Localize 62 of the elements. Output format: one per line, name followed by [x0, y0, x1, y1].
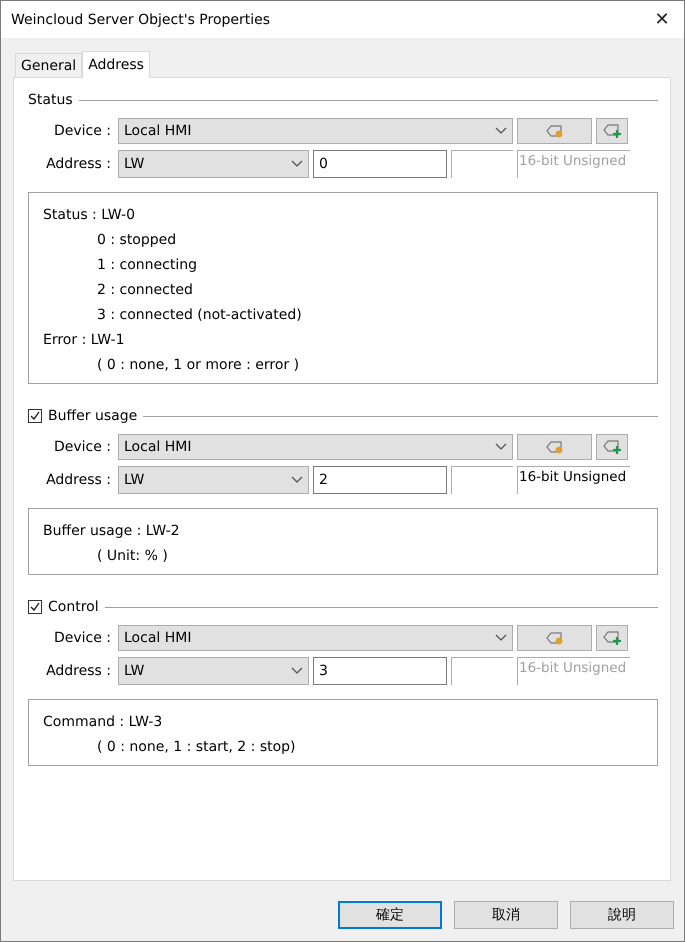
window-title: Weincloud Server Object's Properties [11, 12, 270, 28]
address-type-dropdown[interactable]: LW [118, 150, 309, 178]
data-type-label: 16-bit Unsigned [517, 150, 630, 178]
field-label: Device : [52, 439, 112, 455]
blank-field [451, 466, 513, 494]
caret-icon [495, 443, 507, 451]
field-label: Address : [45, 663, 112, 679]
info-text: Error : LW-1 [43, 332, 126, 348]
section-title: Buffer usage [48, 408, 138, 424]
checkbox[interactable] [28, 409, 42, 423]
caret-icon [495, 634, 507, 642]
dialog-button[interactable]: 取消 [454, 901, 558, 929]
tag-add-icon [601, 439, 623, 455]
device-dropdown[interactable]: Local HMI [118, 434, 513, 460]
device-dropdown[interactable]: Local HMI [118, 118, 513, 144]
info-text: ( Unit: % ) [96, 548, 169, 564]
caret-icon [291, 667, 303, 675]
add-tag-button[interactable] [596, 118, 628, 144]
tag-settings-button[interactable] [517, 118, 592, 144]
dialog-button[interactable]: 說明 [570, 901, 674, 929]
address-field[interactable]: 0 [313, 150, 447, 178]
device-dropdown[interactable]: Local HMI [118, 625, 513, 651]
add-tag-button[interactable] [596, 434, 628, 460]
address-type-dropdown[interactable]: LW [118, 466, 309, 494]
tag-add-icon [601, 123, 623, 139]
data-type-label: 16-bit Unsigned [517, 466, 630, 494]
tag-icon [544, 124, 566, 138]
tab[interactable]: Address [82, 51, 150, 78]
info-text: ( 0 : none, 1 : start, 2 : stop) [96, 739, 297, 755]
tag-settings-button[interactable] [517, 625, 592, 651]
caret-icon [291, 160, 303, 168]
address-field[interactable]: 2 [313, 466, 447, 494]
tag-add-icon [601, 630, 623, 646]
tag-settings-button[interactable] [517, 434, 592, 460]
blank-field [451, 657, 513, 685]
info-text: ( 0 : none, 1 or more : error ) [96, 357, 300, 373]
address-type-dropdown[interactable]: LW [118, 657, 309, 685]
checkbox[interactable] [28, 600, 42, 614]
tag-icon [544, 631, 566, 645]
close-button[interactable]: ✕ [650, 9, 674, 30]
info-text: Command : LW-3 [43, 714, 164, 730]
add-tag-button[interactable] [596, 625, 628, 651]
field-label: Device : [52, 123, 112, 139]
info-text: 1 : connecting [96, 257, 198, 273]
info-text: Status : LW-0 [43, 207, 136, 223]
info-text: 2 : connected [96, 282, 194, 298]
info-text: 0 : stopped [96, 232, 178, 248]
field-label: Address : [45, 472, 112, 488]
caret-icon [291, 476, 303, 484]
section-title: Status [28, 92, 73, 108]
tab[interactable]: General [15, 53, 82, 77]
section-title: Control [48, 599, 99, 615]
address-field[interactable]: 3 [313, 657, 447, 685]
info-text: 3 : connected (not-activated) [96, 307, 303, 323]
data-type-label: 16-bit Unsigned [517, 657, 630, 685]
blank-field [451, 150, 513, 178]
field-label: Address : [45, 156, 112, 172]
caret-icon [495, 127, 507, 135]
dialog-button[interactable]: 確定 [338, 901, 442, 929]
field-label: Device : [52, 630, 112, 646]
info-text: Buffer usage : LW-2 [43, 523, 181, 539]
tag-icon [544, 440, 566, 454]
